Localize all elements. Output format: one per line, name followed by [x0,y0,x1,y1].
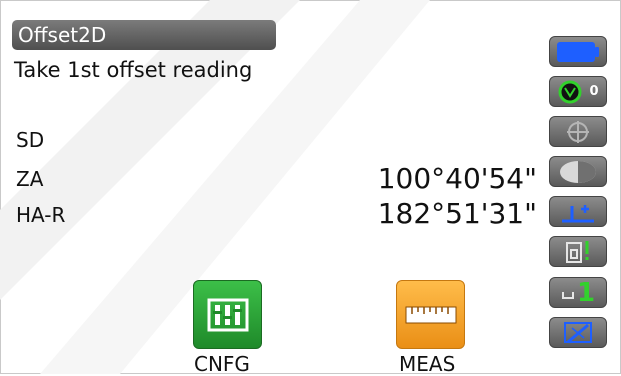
ha-r-value: 182°51'31" [377,197,537,230]
config-icon [207,298,248,331]
cnfg-button[interactable] [193,280,262,349]
tilt-button[interactable] [549,116,607,147]
za-value: 100°40'54" [377,162,537,195]
za-label: ZA [16,167,44,191]
level-icon [561,291,574,299]
height-button[interactable] [549,196,607,227]
meas-label: MEAS [399,352,456,376]
tilt-icon [567,120,589,143]
battery-button[interactable] [549,36,607,67]
meas-button[interactable] [396,280,465,349]
edm-icon [566,240,589,263]
ha-r-label: HA-R [16,203,66,227]
sd-label: SD [16,128,45,152]
target-button[interactable]: 0 [549,76,607,107]
level-value: 1 [576,277,596,308]
battery-icon [557,41,599,62]
ruler-icon [405,306,456,323]
level-button[interactable]: 1 [549,277,607,308]
face-icon [560,160,596,183]
height-icon [562,204,594,222]
edit-button[interactable] [549,317,607,348]
target-icon [558,80,582,103]
cnfg-label: CNFG [194,352,250,376]
target-count: 0 [589,84,599,99]
instruction-text: Take 1st offset reading [14,58,253,82]
screen-title: Offset2D [12,20,276,50]
edit-icon [564,321,592,343]
face-button[interactable] [549,156,607,187]
edm-button[interactable] [549,236,607,267]
